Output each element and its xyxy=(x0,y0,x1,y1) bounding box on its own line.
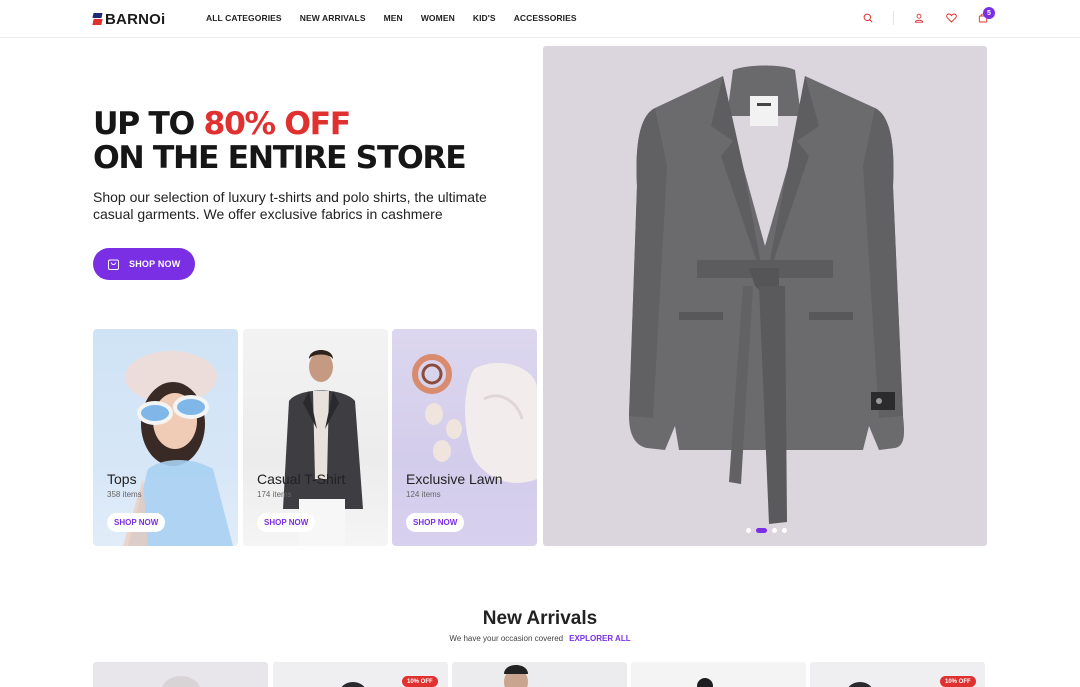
search-icon[interactable] xyxy=(861,11,875,25)
hero-shop-now-button[interactable]: SHOP NOW xyxy=(93,248,195,280)
category-name: Exclusive Lawn xyxy=(406,471,503,487)
slider-dot[interactable] xyxy=(782,528,787,533)
category-shop-now-button[interactable]: SHOP NOW xyxy=(107,513,166,532)
new-arrivals-subtitle: We have your occasion covered EXPLORER AL… xyxy=(0,634,1080,643)
site-header: BARNOi ALL CATEGORIES NEW ARRIVALS MEN W… xyxy=(0,0,1080,38)
shopping-bag-icon xyxy=(108,259,119,270)
category-count: 358 items xyxy=(107,490,142,499)
nav-item-kids[interactable]: KID'S xyxy=(473,13,496,23)
slider-dot[interactable] xyxy=(746,528,751,533)
nav-item-accessories[interactable]: ACCESSORIES xyxy=(514,13,577,23)
product-card[interactable] xyxy=(631,662,806,687)
category-card-tops[interactable]: Tops 358 items SHOP NOW xyxy=(93,329,238,546)
category-card-exclusive-lawn[interactable]: Exclusive Lawn 124 items SHOP NOW xyxy=(392,329,537,546)
product-image xyxy=(504,665,528,687)
category-shop-now-button[interactable]: SHOP NOW xyxy=(257,513,316,532)
explore-all-link[interactable]: EXPLORER ALL xyxy=(569,634,630,643)
logo-text: BARNOi xyxy=(105,10,166,28)
product-card[interactable]: 10% OFF xyxy=(810,662,985,687)
cart-count-badge: 5 xyxy=(983,7,995,19)
nav-item-women[interactable]: WOMEN xyxy=(421,13,455,23)
hero-blazer-image xyxy=(629,65,905,524)
slider-dot[interactable] xyxy=(772,528,777,533)
product-card[interactable]: 10% OFF xyxy=(273,662,448,687)
user-icon[interactable] xyxy=(912,11,926,25)
discount-badge: 10% OFF xyxy=(402,676,438,687)
new-arrivals-tagline: We have your occasion covered xyxy=(449,634,564,643)
category-count: 124 items xyxy=(406,490,441,499)
brand-logo[interactable]: BARNOi xyxy=(92,10,166,28)
cart-button[interactable]: 5 xyxy=(976,7,995,25)
nav-item-men[interactable]: MEN xyxy=(384,13,403,23)
category-name: Casual T-Shirt xyxy=(257,471,346,487)
product-image xyxy=(162,676,200,687)
hero-subtitle: Shop our selection of luxury t-shirts an… xyxy=(93,189,487,222)
slider-dot-active[interactable] xyxy=(756,528,767,533)
category-card-casual-tshirt[interactable]: Casual T-Shirt 174 items SHOP NOW xyxy=(243,329,388,546)
hero-slider[interactable] xyxy=(543,46,987,546)
hero-title-prefix: UP TO xyxy=(93,106,204,142)
hero-title-discount: 80% OFF xyxy=(203,106,351,142)
heart-icon[interactable] xyxy=(944,11,958,25)
product-card[interactable] xyxy=(93,662,268,687)
category-count: 174 items xyxy=(257,490,292,499)
hero-shop-now-label: SHOP NOW xyxy=(129,259,181,269)
discount-badge: 10% OFF xyxy=(940,676,976,687)
logo-mark-icon xyxy=(92,13,103,25)
hero-title: UP TO 80% OFF ON THE ENTIRE STORE xyxy=(93,106,467,176)
hero-slider-dots xyxy=(746,528,787,533)
header-actions: 5 xyxy=(861,7,995,25)
new-arrivals-title: New Arrivals xyxy=(482,608,598,629)
product-image xyxy=(697,678,713,687)
hero-title-line2: ON THE ENTIRE STORE xyxy=(93,140,467,176)
nav-item-new-arrivals[interactable]: NEW ARRIVALS xyxy=(300,13,366,23)
nav-item-all-categories[interactable]: ALL CATEGORIES xyxy=(206,13,282,23)
category-shop-now-button[interactable]: SHOP NOW xyxy=(406,513,465,532)
category-name: Tops xyxy=(107,471,137,487)
header-divider xyxy=(893,11,894,25)
product-card[interactable] xyxy=(452,662,627,687)
main-nav: ALL CATEGORIES NEW ARRIVALS MEN WOMEN KI… xyxy=(206,13,577,23)
